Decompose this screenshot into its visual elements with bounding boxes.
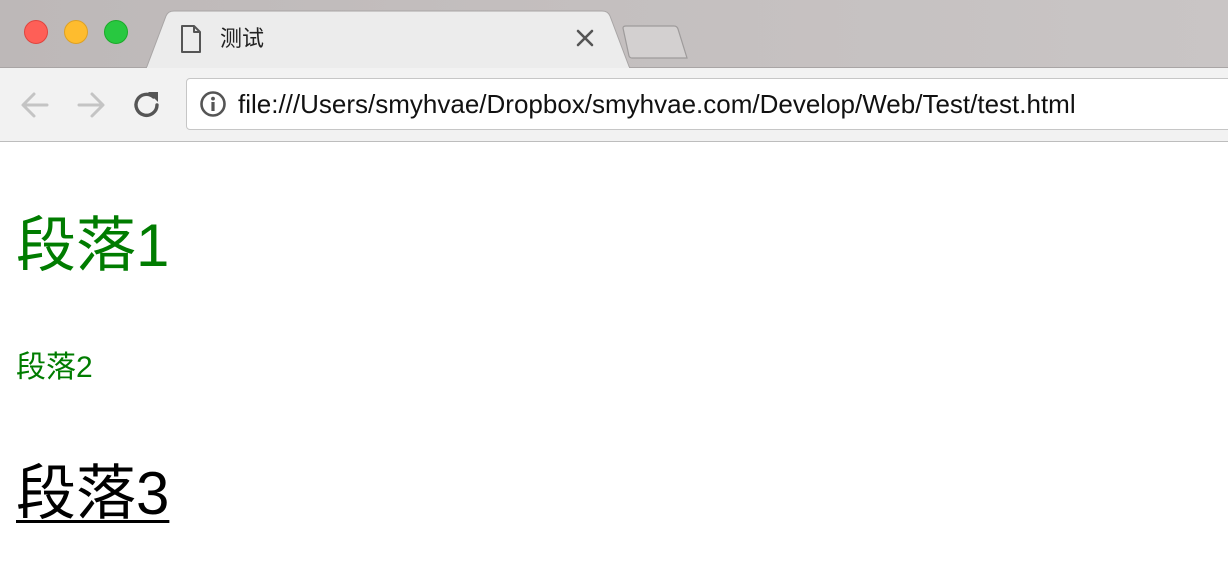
document-icon (181, 25, 201, 53)
title-bar: 测试 (0, 0, 1228, 69)
url-text[interactable]: file:///Users/smyhvae/Dropbox/smyhvae.co… (238, 89, 1076, 119)
paragraph-3: 段落3 (16, 460, 170, 527)
tab-title: 测试 (220, 26, 265, 51)
arrow-right-icon[interactable] (74, 88, 108, 122)
tab-active[interactable]: 测试 (146, 10, 630, 69)
address-bar[interactable]: file:///Users/smyhvae/Dropbox/smyhvae.co… (186, 78, 1228, 130)
new-tab-icon[interactable] (620, 24, 690, 60)
reload-icon[interactable] (130, 88, 164, 122)
window-minimize-button[interactable] (64, 20, 88, 44)
window-close-button[interactable] (24, 20, 48, 44)
tab-background (146, 10, 630, 69)
toolbar: file:///Users/smyhvae/Dropbox/smyhvae.co… (0, 68, 1228, 142)
info-icon[interactable] (199, 90, 227, 118)
page-content: 段落1 段落2 段落3 (0, 142, 1228, 570)
arrow-left-icon[interactable] (18, 88, 52, 122)
paragraph-2: 段落2 (16, 351, 93, 384)
close-icon[interactable] (574, 27, 596, 49)
paragraph-1: 段落1 (16, 212, 170, 279)
window-zoom-button[interactable] (104, 20, 128, 44)
